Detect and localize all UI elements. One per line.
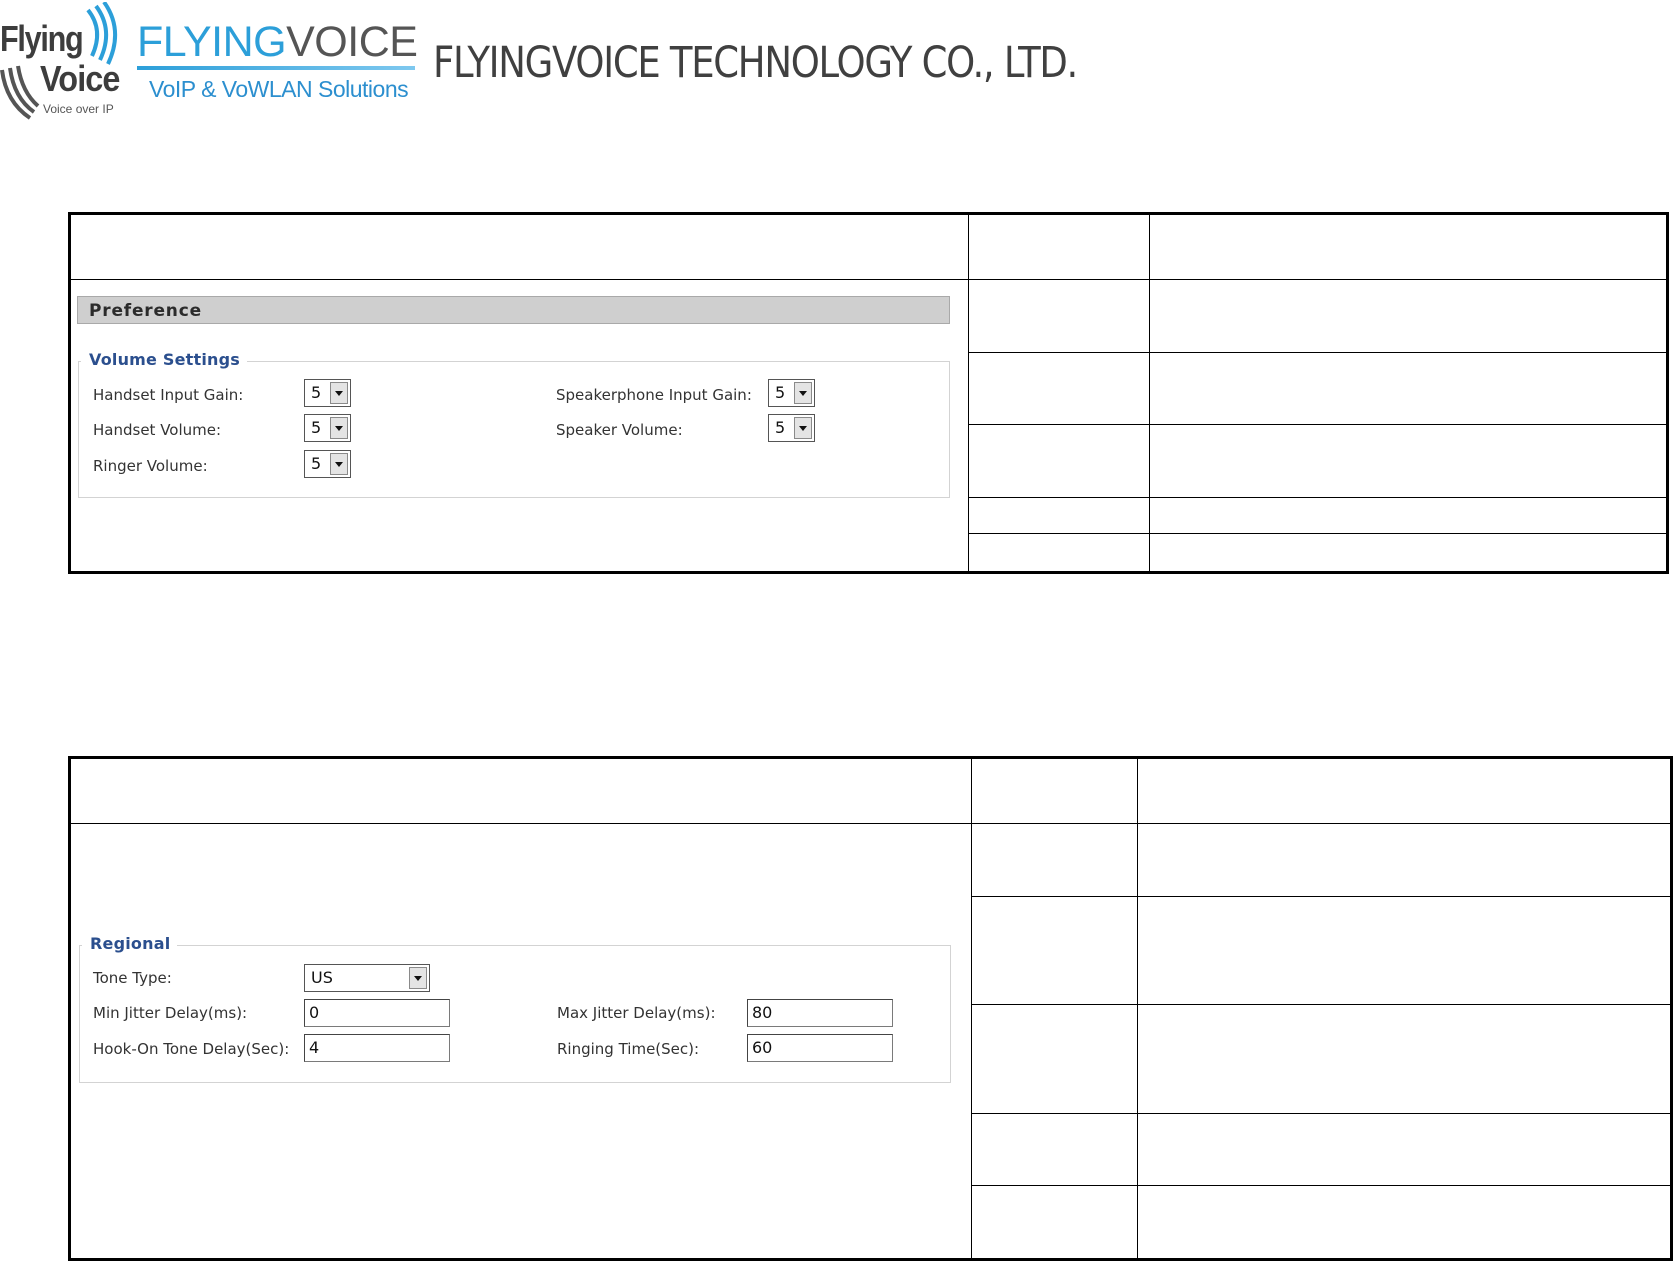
min-jitter-delay-input[interactable]: 0 [304, 999, 450, 1027]
logo-wordmark-flying: FLYING [137, 18, 287, 66]
max-jitter-delay-label: Max Jitter Delay(ms): [557, 1004, 716, 1022]
group-title: Volume Settings [81, 350, 247, 369]
select-value: 5 [775, 418, 786, 437]
hook-on-tone-delay-input[interactable]: 4 [304, 1034, 450, 1062]
chevron-down-icon[interactable] [330, 417, 348, 439]
table-divider [1137, 759, 1138, 1258]
chevron-down-icon[interactable] [794, 417, 812, 439]
tone-type-select[interactable]: US [304, 964, 430, 992]
chevron-down-icon[interactable] [794, 382, 812, 404]
flyingvoice-logo-left: Flying Voice Voice over IP [0, 2, 125, 120]
ringing-time-input[interactable]: 60 [747, 1034, 893, 1062]
company-name: FLYINGVOICE TECHNOLOGY CO., LTD. [433, 38, 1078, 88]
select-value: 5 [311, 418, 322, 437]
ringing-time-label: Ringing Time(Sec): [557, 1040, 700, 1058]
handset-volume-select[interactable]: 5 [304, 414, 351, 442]
table-row-rule [968, 352, 1666, 353]
logo-underline [137, 66, 415, 70]
table-divider [1149, 215, 1150, 571]
handset-volume-label: Handset Volume: [93, 421, 222, 439]
logo-tagline: VoIP & VoWLAN Solutions [149, 76, 409, 102]
table-row-rule [971, 1004, 1670, 1005]
chevron-down-icon[interactable] [330, 382, 348, 404]
table-row-rule [971, 1113, 1670, 1114]
logo-wordmark: FLYINGVOICE [137, 18, 418, 67]
tone-type-label: Tone Type: [93, 969, 172, 987]
table-divider [971, 759, 972, 1258]
ringer-volume-select[interactable]: 5 [304, 450, 351, 478]
speakerphone-input-gain-label: Speakerphone Input Gain: [556, 386, 752, 404]
flyingvoice-logo-right: FLYINGVOICE VoIP & VoWLAN Solutions [137, 18, 418, 108]
table-row-rule [968, 497, 1666, 498]
select-value: 5 [775, 383, 786, 402]
logo-word-flying: Flying [0, 18, 84, 59]
speaker-volume-select[interactable]: 5 [768, 414, 815, 442]
table-header-rule [71, 823, 1670, 824]
chevron-down-icon[interactable] [330, 453, 348, 475]
logo-subtitle: Voice over IP [43, 102, 114, 116]
handset-input-gain-select[interactable]: 5 [304, 379, 351, 407]
table-divider [968, 215, 969, 571]
group-title: Regional [82, 934, 178, 953]
table-row-rule [968, 533, 1666, 534]
speaker-volume-label: Speaker Volume: [556, 421, 683, 439]
chevron-down-icon[interactable] [409, 967, 427, 989]
table-row-rule [968, 424, 1666, 425]
ringer-volume-label: Ringer Volume: [93, 457, 208, 475]
hook-on-tone-delay-label: Hook-On Tone Delay(Sec): [93, 1040, 290, 1058]
table-header-rule [71, 279, 1666, 280]
handset-input-gain-label: Handset Input Gain: [93, 386, 244, 404]
table-row-rule [971, 896, 1670, 897]
regional-table: Regional Tone Type: US Min Jitter Delay(… [68, 756, 1673, 1261]
speakerphone-input-gain-select[interactable]: 5 [768, 379, 815, 407]
select-value: 5 [311, 454, 322, 473]
logo-word-voice: Voice [40, 58, 120, 99]
logo-wordmark-voice: VOICE [286, 18, 418, 66]
table-row-rule [971, 1185, 1670, 1186]
preference-table: Preference Volume Settings Handset Input… [68, 212, 1669, 574]
preference-panel-bar: Preference [77, 296, 950, 324]
min-jitter-delay-label: Min Jitter Delay(ms): [93, 1004, 248, 1022]
select-value: US [311, 968, 333, 987]
select-value: 5 [311, 383, 322, 402]
panel-title: Preference [89, 301, 202, 321]
max-jitter-delay-input[interactable]: 80 [747, 999, 893, 1027]
